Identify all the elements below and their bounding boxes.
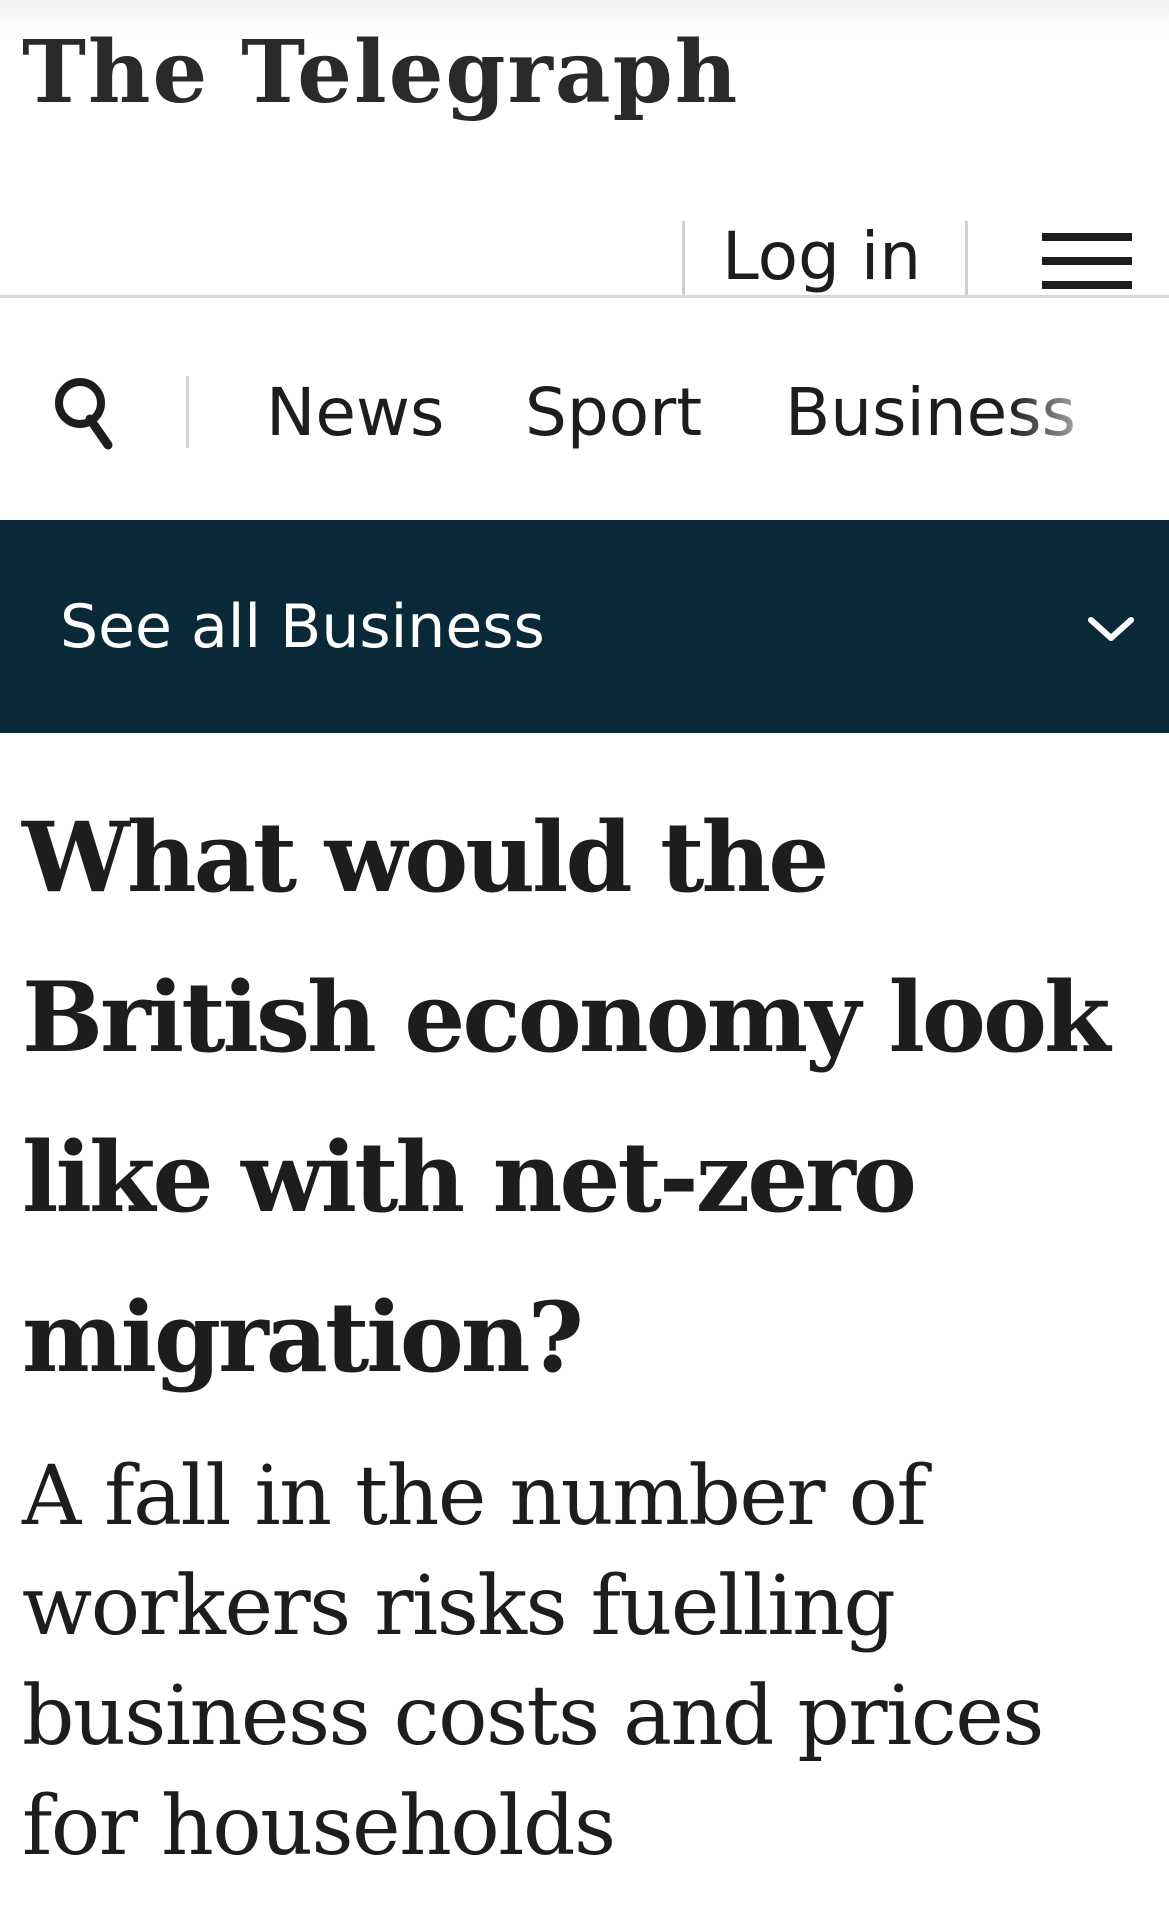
masthead: The Telegraph [0, 0, 1169, 160]
search-icon[interactable] [52, 373, 122, 453]
login-link[interactable]: Log in [722, 217, 921, 297]
divider [682, 221, 685, 295]
nav-item-sport[interactable]: Sport [525, 368, 702, 458]
article-standfirst: A fall in the number of workers risks fu… [22, 1449, 1044, 1874]
account-bar: Log in [0, 215, 1169, 298]
section-dropdown[interactable]: See all Business [0, 520, 1169, 733]
site-logo[interactable]: The Telegraph [22, 30, 739, 116]
nav-scroll-fade [1010, 298, 1169, 520]
divider [186, 376, 189, 448]
divider [965, 221, 968, 295]
article-headline: What would the British economy look like… [22, 801, 1110, 1394]
chevron-down-icon [1085, 608, 1137, 648]
primary-nav: News Sport Business [0, 298, 1169, 520]
section-dropdown-label: See all Business [60, 592, 545, 662]
nav-item-news[interactable]: News [266, 368, 444, 458]
hamburger-menu-icon[interactable] [1040, 233, 1135, 303]
